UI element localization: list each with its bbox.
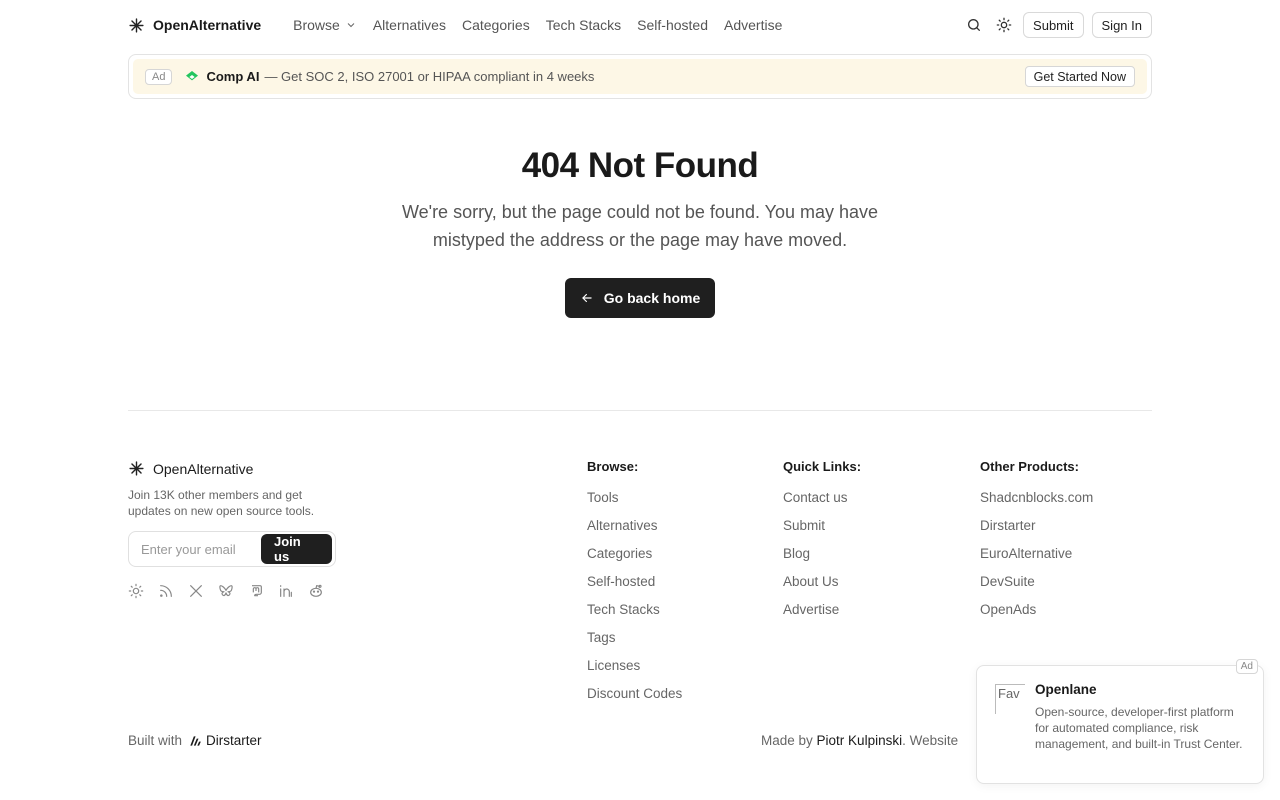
sign-in-button[interactable]: Sign In bbox=[1091, 12, 1152, 38]
footer-link-shadcnblocks[interactable]: Shadcnblocks.com bbox=[980, 484, 1093, 512]
go-back-home-label: Go back home bbox=[603, 290, 701, 306]
footer-col-title: Browse: bbox=[587, 459, 639, 474]
footer-link-devsuite[interactable]: DevSuite bbox=[980, 568, 1093, 596]
footer-link-tech-stacks[interactable]: Tech Stacks bbox=[587, 596, 682, 624]
bluesky-icon bbox=[219, 585, 233, 597]
theme-toggle-footer[interactable] bbox=[128, 583, 144, 599]
nav-self-hosted[interactable]: Self-hosted bbox=[637, 17, 708, 33]
footer-brand-name: OpenAlternative bbox=[153, 460, 254, 477]
footer-brand-link[interactable]: OpenAlternative bbox=[128, 460, 253, 477]
ad-description: — Get SOC 2, ISO 27001 or HIPAA complian… bbox=[264, 69, 595, 84]
footer-link-advertise[interactable]: Advertise bbox=[783, 596, 861, 624]
footer-col-title: Quick Links: bbox=[783, 459, 862, 474]
submit-button[interactable]: Submit bbox=[1023, 12, 1084, 38]
dirstarter-logo-icon bbox=[190, 735, 201, 746]
footer-col-title: Other Products: bbox=[980, 459, 1079, 474]
footer-link-blog[interactable]: Blog bbox=[783, 540, 861, 568]
theme-toggle-button[interactable] bbox=[993, 14, 1015, 36]
built-with: Built with Dirstarter bbox=[128, 733, 262, 748]
footer-link-submit[interactable]: Submit bbox=[783, 512, 861, 540]
footer-link-about[interactable]: About Us bbox=[783, 568, 861, 596]
rss-icon bbox=[160, 585, 172, 597]
footer-link-dirstarter[interactable]: Dirstarter bbox=[980, 512, 1093, 540]
linkedin-icon bbox=[280, 585, 292, 597]
sponsor-name: Openlane bbox=[1035, 682, 1097, 697]
mastodon-link[interactable] bbox=[248, 583, 264, 599]
ad-tag: Ad bbox=[1235, 659, 1258, 674]
footer-link-licenses[interactable]: Licenses bbox=[587, 652, 682, 680]
sun-icon bbox=[996, 17, 1012, 33]
search-button[interactable] bbox=[963, 14, 985, 36]
reddit-link[interactable] bbox=[308, 583, 324, 599]
site-header: OpenAlternative Browse Alternatives Cate… bbox=[128, 0, 1152, 50]
comp-ai-logo-icon bbox=[186, 70, 199, 80]
nav-categories[interactable]: Categories bbox=[462, 17, 530, 33]
dirstarter-link[interactable]: Dirstarter bbox=[188, 733, 262, 748]
footer-link-tags[interactable]: Tags bbox=[587, 624, 682, 652]
brand-logo-link[interactable]: OpenAlternative bbox=[128, 17, 261, 34]
footer-col-other-products: Other Products: Shadcnblocks.com Dirstar… bbox=[980, 458, 1093, 624]
footer-link-tools[interactable]: Tools bbox=[587, 484, 682, 512]
footer-link-categories[interactable]: Categories bbox=[587, 540, 682, 568]
go-back-home-button[interactable]: Go back home bbox=[565, 278, 715, 318]
mastodon-icon bbox=[252, 585, 262, 597]
chevron-down-icon bbox=[347, 23, 355, 28]
arrow-left-icon bbox=[581, 293, 592, 303]
footer-divider bbox=[128, 410, 1152, 411]
made-by-prefix: Made by bbox=[761, 733, 813, 748]
x-icon bbox=[190, 585, 202, 597]
openalternative-logo-icon bbox=[129, 17, 144, 33]
brand-name: OpenAlternative bbox=[153, 17, 262, 33]
reddit-icon bbox=[310, 584, 322, 597]
newsletter-form: Join us bbox=[128, 531, 336, 567]
header-actions: Submit Sign In bbox=[963, 12, 1152, 38]
linkedin-link[interactable] bbox=[278, 583, 294, 599]
author-name: Piotr Kulpinski bbox=[816, 733, 903, 748]
email-input[interactable] bbox=[141, 541, 261, 557]
dirstarter-name: Dirstarter bbox=[206, 733, 262, 748]
page-subtitle: We're sorry, but the page could not be f… bbox=[401, 202, 879, 250]
ad-sponsor-name: Comp AI bbox=[206, 69, 260, 84]
footer-link-contact[interactable]: Contact us bbox=[783, 484, 861, 512]
search-icon bbox=[968, 19, 981, 31]
nav-browse[interactable]: Browse bbox=[293, 17, 357, 33]
footer-link-alternatives[interactable]: Alternatives bbox=[587, 512, 682, 540]
footer-link-discount-codes[interactable]: Discount Codes bbox=[587, 680, 682, 708]
main-nav: Browse Alternatives Categories Tech Stac… bbox=[293, 17, 782, 33]
ad-banner[interactable]: Ad Comp AI — Get SOC 2, ISO 27001 or HIP… bbox=[128, 54, 1152, 99]
built-with-label: Built with bbox=[128, 733, 183, 748]
ad-tag: Ad bbox=[145, 68, 173, 85]
floating-ad-card[interactable]: Ad Fav Openlane Open-source, developer-f… bbox=[976, 659, 1264, 784]
ad-cta-button[interactable]: Get Started Now bbox=[1024, 66, 1135, 87]
nav-tech-stacks[interactable]: Tech Stacks bbox=[546, 17, 621, 33]
footer-link-openads[interactable]: OpenAds bbox=[980, 596, 1093, 624]
main-content: 404 Not Found We're sorry, but the page … bbox=[0, 140, 1280, 318]
x-link[interactable] bbox=[188, 583, 204, 599]
made-by-suffix: . Website bbox=[902, 733, 959, 748]
openalternative-logo-icon bbox=[129, 461, 144, 476]
footer-link-euroalternative[interactable]: EuroAlternative bbox=[980, 540, 1093, 568]
nav-browse-label: Browse bbox=[293, 17, 340, 33]
join-us-button[interactable]: Join us bbox=[261, 534, 332, 564]
footer-link-self-hosted[interactable]: Self-hosted bbox=[587, 568, 682, 596]
sun-icon bbox=[128, 583, 144, 599]
sponsor-favicon-image: Fav bbox=[995, 684, 1025, 714]
footer-col-browse: Browse: Tools Alternatives Categories Se… bbox=[587, 458, 682, 708]
author-link[interactable]: Piotr Kulpinski bbox=[817, 733, 903, 748]
page-title: 404 Not Found bbox=[521, 146, 759, 185]
nav-alternatives[interactable]: Alternatives bbox=[373, 17, 446, 33]
footer-col-quick-links: Quick Links: Contact us Submit Blog Abou… bbox=[783, 458, 861, 624]
ad-banner-inner: Ad Comp AI — Get SOC 2, ISO 27001 or HIP… bbox=[133, 59, 1147, 94]
social-links bbox=[128, 583, 324, 599]
footer-blurb: Join 13K other members and get updates o… bbox=[128, 488, 315, 518]
sponsor-description: Open-source, developer-first platform fo… bbox=[1035, 705, 1243, 751]
rss-link[interactable] bbox=[158, 583, 174, 599]
nav-advertise[interactable]: Advertise bbox=[724, 17, 782, 33]
bluesky-link[interactable] bbox=[218, 583, 234, 599]
made-by: Made by Piotr Kulpinski. Website bbox=[761, 733, 958, 748]
